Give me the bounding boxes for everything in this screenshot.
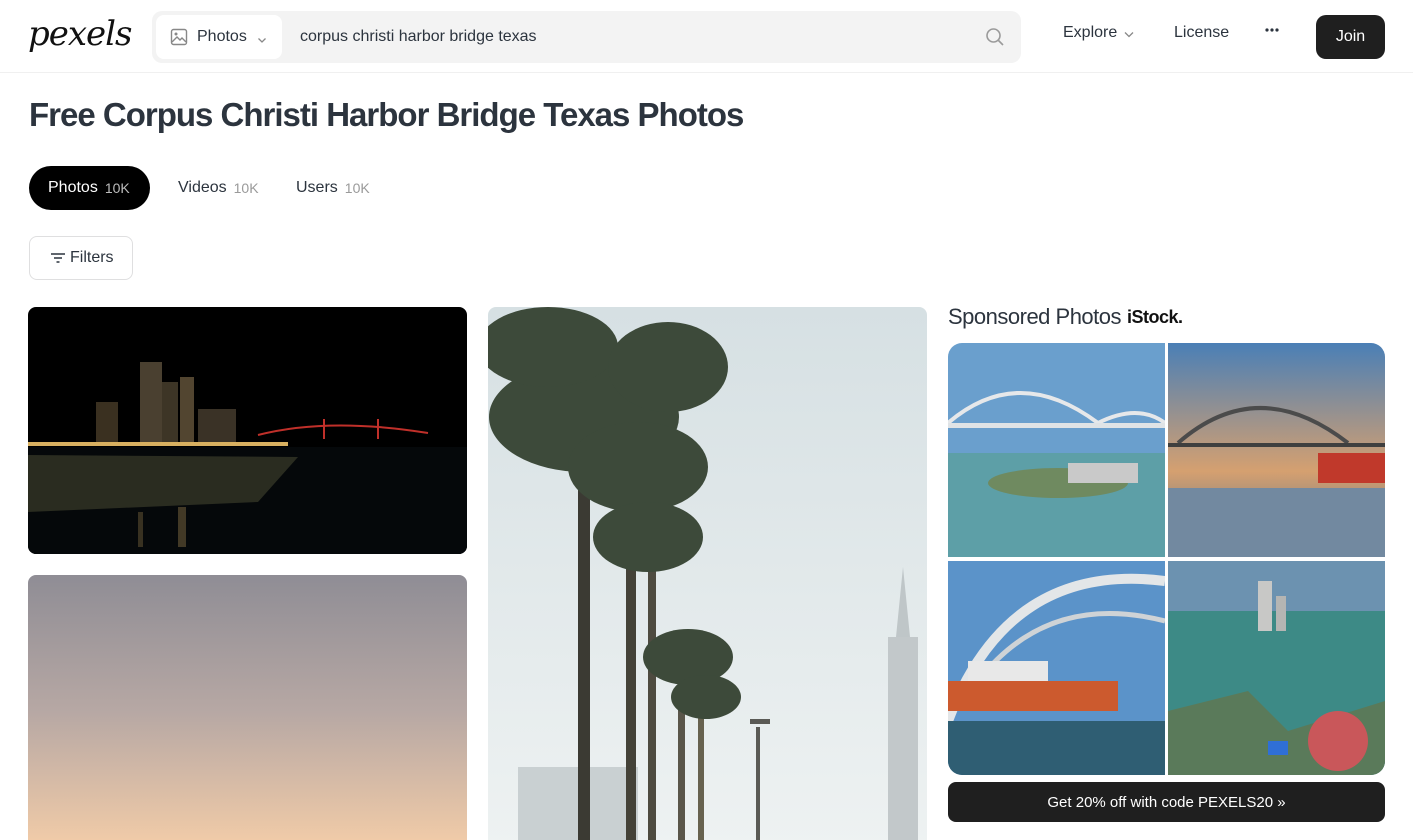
tab-photos[interactable]: Photos 10K (29, 166, 150, 210)
photo-night-harbor[interactable] (28, 307, 467, 554)
promo-code-button[interactable]: Get 20% off with code PEXELS20 » (948, 782, 1385, 822)
tab-label: Photos (48, 179, 98, 196)
top-header: pexels Photos corpus christi harbor brid… (0, 0, 1413, 73)
filters-label: Filters (70, 249, 114, 266)
pexels-logo[interactable]: pexels (28, 14, 133, 54)
filters-button[interactable]: Filters (29, 236, 133, 280)
join-button[interactable]: Join (1316, 15, 1385, 59)
sponsored-title: Sponsored Photos (948, 304, 1122, 329)
search-icon[interactable] (985, 27, 1005, 47)
sponsored-photo[interactable] (948, 343, 1165, 557)
tab-videos[interactable]: Videos 10K (178, 166, 259, 210)
istock-logo[interactable]: iStock. (1127, 307, 1183, 328)
more-options-icon[interactable] (1262, 20, 1282, 40)
search-input[interactable]: corpus christi harbor bridge texas (300, 11, 537, 63)
search-type-dropdown[interactable]: Photos (156, 15, 282, 59)
tab-count: 10K (233, 180, 259, 196)
nav-explore-label: Explore (1063, 24, 1118, 41)
image-icon (170, 28, 188, 46)
tab-count: 10K (344, 180, 370, 196)
page-title: Free Corpus Christi Harbor Bridge Texas … (29, 96, 744, 133)
chevron-down-icon (1123, 27, 1135, 39)
sponsored-photo[interactable] (1168, 343, 1385, 557)
photo-palm-trees[interactable] (488, 307, 927, 840)
search-type-label: Photos (197, 28, 247, 45)
tab-label: Users (296, 179, 338, 196)
search-bar: Photos corpus christi harbor bridge texa… (152, 11, 1021, 63)
tab-count: 10K (104, 180, 130, 196)
photo-sunset-sky[interactable] (28, 575, 467, 840)
nav-explore[interactable]: Explore (1063, 24, 1135, 42)
filter-icon (50, 251, 66, 265)
sponsored-photo[interactable] (948, 561, 1165, 775)
chevron-down-icon (257, 32, 267, 43)
sponsored-photo[interactable] (1168, 561, 1385, 775)
nav-license[interactable]: License (1174, 24, 1229, 42)
sponsored-grid (948, 343, 1385, 775)
tab-label: Videos (178, 179, 227, 196)
tab-users[interactable]: Users 10K (296, 166, 370, 210)
